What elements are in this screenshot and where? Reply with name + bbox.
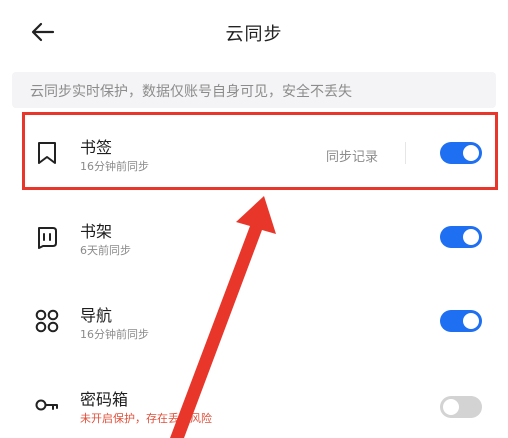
toggle-knob (443, 399, 459, 415)
toggle-knob (463, 229, 479, 245)
sync-history-link[interactable]: 同步记录 (326, 146, 378, 165)
sync-notice-text: 云同步实时保护，数据仅账号自身可见，安全不丢失 (30, 84, 352, 100)
bookmarks-sync-toggle[interactable] (440, 142, 482, 164)
page-title: 云同步 (225, 24, 283, 45)
sync-item-subtitle: 16分钟前同步 (80, 328, 149, 341)
cloud-sync-screen: 云同步 云同步实时保护，数据仅账号自身可见，安全不丢失 书签 16分钟前同步 同… (0, 0, 508, 438)
navigation-sync-toggle[interactable] (440, 310, 482, 332)
sync-item-subtitle: 16分钟前同步 (80, 160, 149, 173)
top-bar: 云同步 (0, 0, 508, 64)
key-icon (35, 399, 58, 411)
sync-item-title: 书签 (80, 138, 113, 157)
sync-item-subtitle: 6天前同步 (80, 244, 131, 257)
sync-item-bookshelf[interactable]: 书架 6天前同步 (0, 196, 508, 276)
toggle-knob (463, 313, 479, 329)
bookshelf-icon (38, 227, 57, 249)
sync-item-password-vault[interactable]: 密码箱 未开启保护，存在丢失风险 (0, 362, 508, 438)
sync-item-navigation[interactable]: 导航 16分钟前同步 (0, 280, 508, 360)
sync-notice-banner: 云同步实时保护，数据仅账号自身可见，安全不丢失 (12, 72, 496, 108)
toggle-knob (463, 145, 479, 161)
sync-item-title: 密码箱 (80, 390, 129, 409)
sync-item-title: 导航 (80, 306, 113, 325)
bookshelf-sync-toggle[interactable] (440, 226, 482, 248)
sync-item-warning: 未开启保护，存在丢失风险 (80, 412, 212, 425)
row-divider (405, 142, 406, 164)
password-vault-sync-toggle[interactable] (440, 396, 482, 418)
bookmark-icon (38, 142, 56, 164)
sync-item-bookmarks[interactable]: 书签 16分钟前同步 同步记录 (0, 112, 508, 192)
grid-dots-icon (35, 309, 59, 333)
sync-item-title: 书架 (80, 222, 113, 241)
